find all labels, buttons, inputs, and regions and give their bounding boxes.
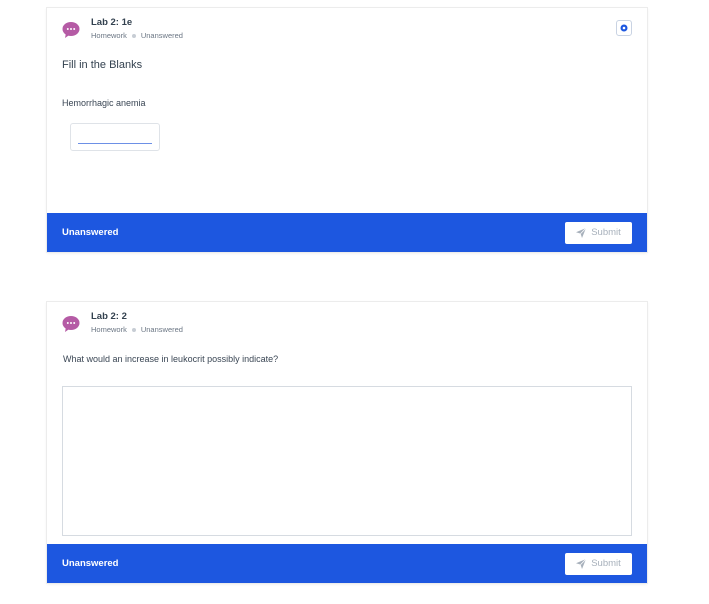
blank-prompt: Hemorrhagic anemia	[62, 98, 146, 108]
chat-bubble-icon	[62, 21, 80, 39]
paper-plane-icon	[576, 227, 587, 238]
bookmark-button[interactable]	[616, 20, 632, 36]
card-footer: Unanswered Submit	[47, 544, 647, 583]
question-card-2: Lab 2: 2 Homework Unanswered What would …	[47, 302, 647, 583]
card-type: Homework	[91, 325, 127, 334]
paper-plane-icon	[576, 558, 587, 569]
footer-status: Unanswered	[62, 227, 119, 238]
card-footer: Unanswered Submit	[47, 213, 647, 252]
chat-bubble-icon	[62, 315, 80, 333]
bookmark-icon	[620, 24, 628, 32]
blank-input[interactable]	[70, 123, 160, 151]
status-tag: Unanswered	[140, 325, 183, 334]
answer-textarea[interactable]	[62, 386, 632, 536]
card-type: Homework	[91, 31, 127, 40]
submit-label: Submit	[591, 558, 621, 569]
submit-label: Submit	[591, 227, 621, 238]
card-title: Lab 2: 2	[91, 311, 127, 322]
submit-button[interactable]: Submit	[565, 221, 632, 244]
separator-dot	[131, 328, 136, 332]
card-header: Lab 2: 2 Homework Unanswered	[62, 311, 183, 337]
blank-underline	[78, 143, 152, 144]
question-card-1: Lab 2: 1e Homework Unanswered Fill in th…	[47, 8, 647, 252]
submit-button[interactable]: Submit	[565, 552, 632, 575]
section-title: Fill in the Blanks	[62, 59, 143, 71]
separator-dot	[131, 34, 136, 38]
card-title: Lab 2: 1e	[91, 17, 133, 28]
footer-status: Unanswered	[62, 558, 119, 569]
status-tag: Unanswered	[140, 31, 183, 40]
card-header: Lab 2: 1e Homework Unanswered	[62, 17, 183, 43]
question-text: What would an increase in leukocrit poss…	[63, 354, 279, 364]
